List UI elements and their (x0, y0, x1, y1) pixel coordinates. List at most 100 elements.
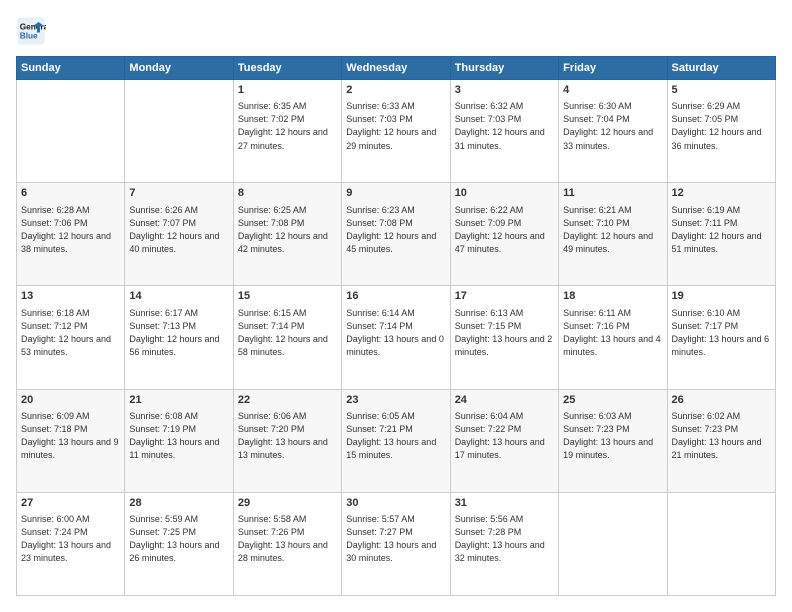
day-info: Sunrise: 6:14 AMSunset: 7:14 PMDaylight:… (346, 307, 445, 359)
day-info: Sunrise: 6:03 AMSunset: 7:23 PMDaylight:… (563, 410, 662, 462)
calendar-cell: 20 Sunrise: 6:09 AMSunset: 7:18 PMDayligh… (17, 389, 125, 492)
logo-icon: General Blue (16, 16, 46, 46)
day-number: 21 (129, 393, 228, 408)
day-number: 27 (21, 496, 120, 511)
day-info: Sunrise: 6:04 AMSunset: 7:22 PMDaylight:… (455, 410, 554, 462)
day-info: Sunrise: 5:59 AMSunset: 7:25 PMDaylight:… (129, 513, 228, 565)
svg-text:Blue: Blue (20, 32, 38, 41)
day-number: 22 (238, 393, 337, 408)
weekday-header-saturday: Saturday (667, 57, 775, 80)
day-number: 2 (346, 83, 445, 98)
logo: General Blue (16, 16, 46, 46)
day-info: Sunrise: 6:18 AMSunset: 7:12 PMDaylight:… (21, 307, 120, 359)
week-row-3: 13 Sunrise: 6:18 AMSunset: 7:12 PMDayligh… (17, 286, 776, 389)
calendar-cell: 11Sunrise: 6:21 AMSunset: 7:10 PMDayligh… (559, 183, 667, 286)
day-info: Sunrise: 6:23 AMSunset: 7:08 PMDaylight:… (346, 204, 445, 256)
calendar-cell: 3 Sunrise: 6:32 AMSunset: 7:03 PMDaylight… (450, 80, 558, 183)
weekday-header-thursday: Thursday (450, 57, 558, 80)
day-number: 13 (21, 289, 120, 304)
day-info: Sunrise: 6:10 AMSunset: 7:17 PMDaylight:… (672, 307, 771, 359)
calendar-cell: 31 Sunrise: 5:56 AMSunset: 7:28 PMDayligh… (450, 492, 558, 595)
day-info: Sunrise: 6:30 AMSunset: 7:04 PMDaylight:… (563, 100, 662, 152)
day-number: 25 (563, 393, 662, 408)
weekday-header-wednesday: Wednesday (342, 57, 450, 80)
day-info: Sunrise: 6:09 AMSunset: 7:18 PMDaylight:… (21, 410, 120, 462)
day-number: 30 (346, 496, 445, 511)
day-info: Sunrise: 6:19 AMSunset: 7:11 PMDaylight:… (672, 204, 771, 256)
calendar-cell: 13 Sunrise: 6:18 AMSunset: 7:12 PMDayligh… (17, 286, 125, 389)
calendar-cell: 21 Sunrise: 6:08 AMSunset: 7:19 PMDayligh… (125, 389, 233, 492)
day-number: 10 (455, 186, 554, 201)
day-number: 29 (238, 496, 337, 511)
day-number: 7 (129, 186, 228, 201)
day-info: Sunrise: 6:22 AMSunset: 7:09 PMDaylight:… (455, 204, 554, 256)
calendar-cell: 9 Sunrise: 6:23 AMSunset: 7:08 PMDaylight… (342, 183, 450, 286)
day-number: 17 (455, 289, 554, 304)
day-number: 19 (672, 289, 771, 304)
day-number: 8 (238, 186, 337, 201)
day-info: Sunrise: 6:26 AMSunset: 7:07 PMDaylight:… (129, 204, 228, 256)
calendar-table: SundayMondayTuesdayWednesdayThursdayFrid… (16, 56, 776, 596)
weekday-header-sunday: Sunday (17, 57, 125, 80)
calendar-cell: 25 Sunrise: 6:03 AMSunset: 7:23 PMDayligh… (559, 389, 667, 492)
day-number: 24 (455, 393, 554, 408)
calendar-cell: 15Sunrise: 6:15 AMSunset: 7:14 PMDayligh… (233, 286, 341, 389)
calendar-cell: 29 Sunrise: 5:58 AMSunset: 7:26 PMDayligh… (233, 492, 341, 595)
calendar-cell: 16Sunrise: 6:14 AMSunset: 7:14 PMDayligh… (342, 286, 450, 389)
day-number: 1 (238, 83, 337, 98)
day-info: Sunrise: 6:32 AMSunset: 7:03 PMDaylight:… (455, 100, 554, 152)
day-info: Sunrise: 6:35 AMSunset: 7:02 PMDaylight:… (238, 100, 337, 152)
day-number: 11 (563, 186, 662, 201)
day-info: Sunrise: 6:06 AMSunset: 7:20 PMDaylight:… (238, 410, 337, 462)
day-number: 18 (563, 289, 662, 304)
day-number: 26 (672, 393, 771, 408)
calendar-cell (125, 80, 233, 183)
calendar-cell: 24 Sunrise: 6:04 AMSunset: 7:22 PMDayligh… (450, 389, 558, 492)
day-number: 14 (129, 289, 228, 304)
weekday-header-row: SundayMondayTuesdayWednesdayThursdayFrid… (17, 57, 776, 80)
calendar-cell: 19 Sunrise: 6:10 AMSunset: 7:17 PMDayligh… (667, 286, 775, 389)
day-number: 28 (129, 496, 228, 511)
calendar-cell: 30Sunrise: 5:57 AMSunset: 7:27 PMDayligh… (342, 492, 450, 595)
day-number: 9 (346, 186, 445, 201)
calendar-cell (17, 80, 125, 183)
day-info: Sunrise: 6:33 AMSunset: 7:03 PMDaylight:… (346, 100, 445, 152)
day-info: Sunrise: 6:05 AMSunset: 7:21 PMDaylight:… (346, 410, 445, 462)
calendar-cell: 7 Sunrise: 6:26 AMSunset: 7:07 PMDaylight… (125, 183, 233, 286)
day-number: 5 (672, 83, 771, 98)
day-info: Sunrise: 6:13 AMSunset: 7:15 PMDaylight:… (455, 307, 554, 359)
calendar-cell: 17 Sunrise: 6:13 AMSunset: 7:15 PMDayligh… (450, 286, 558, 389)
day-info: Sunrise: 5:58 AMSunset: 7:26 PMDaylight:… (238, 513, 337, 565)
day-info: Sunrise: 6:29 AMSunset: 7:05 PMDaylight:… (672, 100, 771, 152)
calendar-cell: 14 Sunrise: 6:17 AMSunset: 7:13 PMDayligh… (125, 286, 233, 389)
day-number: 3 (455, 83, 554, 98)
calendar-cell: 5 Sunrise: 6:29 AMSunset: 7:05 PMDaylight… (667, 80, 775, 183)
day-number: 4 (563, 83, 662, 98)
page: General Blue SundayMondayTuesdayWednesda… (0, 0, 792, 612)
week-row-2: 6 Sunrise: 6:28 AMSunset: 7:06 PMDaylight… (17, 183, 776, 286)
day-number: 23 (346, 393, 445, 408)
week-row-5: 27Sunrise: 6:00 AMSunset: 7:24 PMDayligh… (17, 492, 776, 595)
calendar-cell: 27Sunrise: 6:00 AMSunset: 7:24 PMDayligh… (17, 492, 125, 595)
calendar-cell: 6 Sunrise: 6:28 AMSunset: 7:06 PMDaylight… (17, 183, 125, 286)
calendar-cell: 10 Sunrise: 6:22 AMSunset: 7:09 PMDayligh… (450, 183, 558, 286)
calendar-cell: 18Sunrise: 6:11 AMSunset: 7:16 PMDayligh… (559, 286, 667, 389)
day-number: 12 (672, 186, 771, 201)
day-info: Sunrise: 6:17 AMSunset: 7:13 PMDaylight:… (129, 307, 228, 359)
day-info: Sunrise: 6:28 AMSunset: 7:06 PMDaylight:… (21, 204, 120, 256)
day-info: Sunrise: 6:15 AMSunset: 7:14 PMDaylight:… (238, 307, 337, 359)
calendar-cell: 4 Sunrise: 6:30 AMSunset: 7:04 PMDaylight… (559, 80, 667, 183)
day-info: Sunrise: 5:56 AMSunset: 7:28 PMDaylight:… (455, 513, 554, 565)
day-number: 20 (21, 393, 120, 408)
weekday-header-friday: Friday (559, 57, 667, 80)
calendar-cell: 2 Sunrise: 6:33 AMSunset: 7:03 PMDaylight… (342, 80, 450, 183)
calendar-cell: 12 Sunrise: 6:19 AMSunset: 7:11 PMDayligh… (667, 183, 775, 286)
week-row-1: 1 Sunrise: 6:35 AMSunset: 7:02 PMDaylight… (17, 80, 776, 183)
day-info: Sunrise: 6:25 AMSunset: 7:08 PMDaylight:… (238, 204, 337, 256)
calendar-cell: 8 Sunrise: 6:25 AMSunset: 7:08 PMDaylight… (233, 183, 341, 286)
day-number: 6 (21, 186, 120, 201)
day-number: 31 (455, 496, 554, 511)
day-info: Sunrise: 6:08 AMSunset: 7:19 PMDaylight:… (129, 410, 228, 462)
svg-text:General: General (20, 23, 46, 32)
weekday-header-tuesday: Tuesday (233, 57, 341, 80)
